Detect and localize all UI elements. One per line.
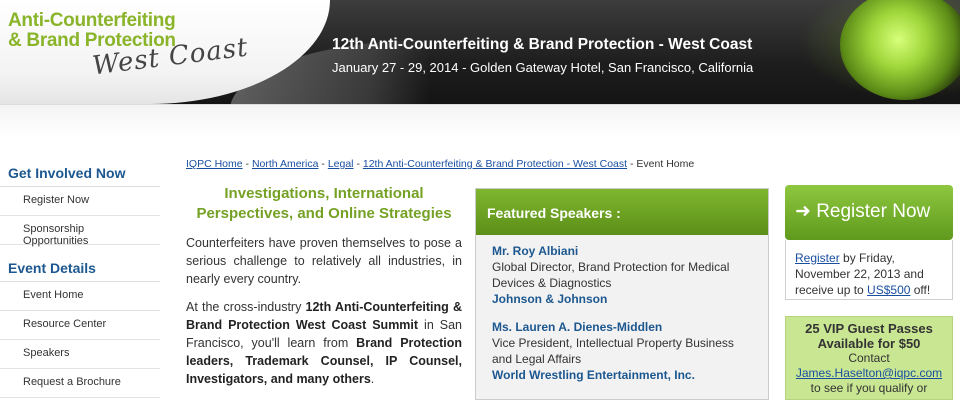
speaker-role: Global Director, Brand Protection for Me…: [492, 260, 730, 290]
breadcrumb-current: Event Home: [636, 158, 695, 170]
vip-title: 25 VIP Guest Passes Available for $50: [805, 321, 933, 351]
vip-tail-text: to see if you qualify or: [810, 381, 928, 395]
header-banner: Anti-Counterfeiting & Brand Protection W…: [0, 0, 960, 104]
register-deadline-box: Register by Friday, November 22, 2013 an…: [785, 240, 953, 300]
speaker-name[interactable]: Ms. Lauren A. Dienes-Middlen: [492, 319, 752, 335]
event-subtitle: January 27 - 29, 2014 - Golden Gateway H…: [332, 60, 754, 75]
sidebar-item-event-home[interactable]: Event Home: [0, 282, 160, 311]
summit-text-end: .: [370, 372, 375, 386]
header-subbar: [0, 104, 960, 138]
sidebar-item-speakers[interactable]: Speakers: [0, 340, 160, 369]
summit-paragraph: At the cross-industry 12th Anti-Counterf…: [186, 298, 462, 388]
page-heading: Investigations, International Perspectiv…: [196, 185, 452, 222]
summit-text-pre: At the cross-industry: [186, 300, 306, 314]
breadcrumb-link-event[interactable]: 12th Anti-Counterfeiting & Brand Protect…: [363, 158, 627, 170]
discount-link[interactable]: US$500: [867, 283, 910, 297]
intro-paragraph: Counterfeiters have proven themselves to…: [186, 236, 462, 286]
sidebar-heading-event-details: Event Details: [0, 255, 160, 282]
breadcrumb-separator: -: [630, 158, 634, 170]
breadcrumb-separator: -: [321, 158, 325, 170]
speaker-item[interactable]: Mr. Roy Albiani Global Director, Brand P…: [476, 235, 768, 307]
breadcrumb-link-legal[interactable]: Legal: [328, 158, 354, 170]
sidebar-item-brochure[interactable]: Request a Brochure: [0, 369, 160, 398]
speaker-role: Vice President, Intellectual Property Bu…: [492, 336, 734, 366]
breadcrumb-separator: -: [356, 158, 360, 170]
register-off-text: off!: [910, 283, 931, 297]
logo-text-line1[interactable]: Anti-Counterfeiting: [8, 10, 176, 32]
breadcrumb: IQPC Home - North America - Legal - 12th…: [186, 158, 694, 170]
sidebar-heading-get-involved: Get Involved Now: [0, 160, 160, 187]
sidebar-item-register-now[interactable]: Register Now: [0, 187, 160, 216]
sidebar-item-sponsorship[interactable]: Sponsorship Opportunities: [0, 216, 160, 247]
breadcrumb-separator: -: [245, 158, 250, 170]
sidebar-item-resource-center[interactable]: Resource Center: [0, 311, 160, 340]
featured-speakers-panel: Featured Speakers : Mr. Roy Albiani Glob…: [475, 188, 769, 400]
speaker-org[interactable]: Johnson & Johnson: [492, 291, 752, 307]
speaker-name[interactable]: Mr. Roy Albiani: [492, 243, 752, 259]
vip-passes-box: 25 VIP Guest Passes Available for $50 Co…: [785, 316, 953, 400]
vip-contact-label: Contact: [848, 351, 890, 365]
breadcrumb-link-north-america[interactable]: North America: [252, 158, 319, 170]
event-title: 12th Anti-Counterfeiting & Brand Protect…: [332, 36, 753, 53]
breadcrumb-link-iqpc-home[interactable]: IQPC Home: [186, 158, 243, 170]
sidebar-nav: Get Involved Now Register Now Sponsorshi…: [0, 160, 160, 398]
main-content: Investigations, International Perspectiv…: [186, 184, 462, 388]
featured-speakers-title: Featured Speakers :: [476, 189, 768, 235]
register-link[interactable]: Register: [795, 251, 840, 265]
speaker-org[interactable]: World Wrestling Entertainment, Inc.: [492, 367, 752, 383]
speaker-item[interactable]: Ms. Lauren A. Dienes-Middlen Vice Presid…: [476, 307, 768, 383]
register-now-button[interactable]: ➜ Register Now: [785, 185, 953, 240]
vip-email-link[interactable]: James.Haselton@iqpc.com: [796, 366, 942, 380]
